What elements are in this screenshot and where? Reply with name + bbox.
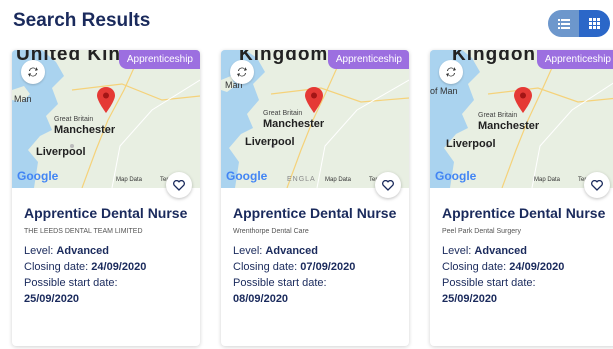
map-label-england: ENGLA — [287, 176, 316, 183]
swap-icon — [237, 67, 247, 77]
swap-icon — [28, 67, 38, 77]
apprenticeship-badge: Apprenticeship — [327, 50, 409, 69]
map-label-city-2: Liverpool — [36, 146, 86, 158]
level-row: Level: Advanced — [442, 245, 527, 257]
job-title[interactable]: Apprentice Dental Nurse — [233, 204, 399, 223]
result-card[interactable]: Kingdon of Man Great Britain Manchester … — [430, 50, 613, 346]
level-value: Advanced — [474, 245, 527, 257]
apprenticeship-badge: Apprenticeship — [118, 50, 200, 69]
map-label-country: Great Britain — [54, 116, 94, 123]
map-data-link[interactable]: Map Data — [325, 177, 351, 183]
heart-icon — [173, 179, 185, 191]
map-label-city: Manchester — [478, 120, 540, 132]
favourite-button[interactable] — [584, 172, 610, 198]
swap-icon — [446, 67, 456, 77]
job-title[interactable]: Apprentice Dental Nurse — [442, 204, 608, 223]
page-title: Search Results — [13, 10, 151, 31]
employer-name: Peel Park Dental Surgery — [442, 228, 521, 235]
start-date-value: 25/09/2020 — [24, 293, 80, 305]
map-label-country: Great Britain — [478, 112, 518, 119]
map-label-city-2: Liverpool — [446, 138, 496, 150]
map-data-link[interactable]: Map Data — [116, 177, 142, 183]
heart-icon — [591, 179, 603, 191]
start-date-label: Possible start date: — [233, 277, 327, 289]
closing-date-value: 24/09/2020 — [91, 261, 147, 273]
heart-icon — [382, 179, 394, 191]
closing-date-row: Closing date: 24/09/2020 — [24, 261, 147, 273]
start-date-label: Possible start date: — [24, 277, 118, 289]
swap-button[interactable] — [21, 60, 45, 84]
map-label-country: Great Britain — [263, 110, 303, 117]
map-label-island: Man — [14, 94, 32, 104]
list-icon — [557, 18, 570, 29]
swap-button[interactable] — [439, 60, 463, 84]
map-label-region: Kingdon — [452, 50, 537, 65]
job-title[interactable]: Apprentice Dental Nurse — [24, 204, 190, 223]
list-view-button[interactable] — [548, 10, 579, 37]
favourite-button[interactable] — [375, 172, 401, 198]
result-card[interactable]: United Kingdom Man Great Britain Manches… — [12, 50, 200, 346]
google-logo: Google — [226, 169, 268, 183]
result-card[interactable]: Kingdom Man Great Britain Manchester Liv… — [221, 50, 409, 346]
closing-date-value: 24/09/2020 — [509, 261, 565, 273]
employer-name: THE LEEDS DENTAL TEAM LIMITED — [24, 228, 143, 235]
start-date-label: Possible start date: — [442, 277, 536, 289]
start-date-value: 25/09/2020 — [442, 293, 498, 305]
level-value: Advanced — [56, 245, 109, 257]
start-date-value: 08/09/2020 — [233, 293, 289, 305]
location-pin-icon[interactable] — [514, 87, 532, 113]
view-toggle — [548, 10, 610, 37]
apprenticeship-badge: Apprenticeship — [536, 50, 613, 69]
map-label-region: Kingdom — [239, 50, 329, 65]
google-logo: Google — [17, 169, 59, 183]
level-row: Level: Advanced — [233, 245, 318, 257]
map-label-city-2: Liverpool — [245, 136, 295, 148]
map-label-city: Manchester — [54, 124, 116, 136]
level-row: Level: Advanced — [24, 245, 109, 257]
map-label-island: of Man — [430, 86, 458, 96]
grid-view-button[interactable] — [579, 10, 610, 37]
location-map[interactable]: United Kingdom Man Great Britain Manches… — [12, 50, 200, 188]
closing-date-value: 07/09/2020 — [300, 261, 356, 273]
grid-icon — [589, 18, 600, 29]
favourite-button[interactable] — [166, 172, 192, 198]
google-logo: Google — [435, 169, 477, 183]
location-pin-icon[interactable] — [97, 87, 115, 113]
level-value: Advanced — [265, 245, 318, 257]
map-data-link[interactable]: Map Data — [534, 177, 560, 183]
closing-date-row: Closing date: 24/09/2020 — [442, 261, 565, 273]
employer-name: Wrenthorpe Dental Care — [233, 228, 309, 235]
location-map[interactable]: Kingdom Man Great Britain Manchester Liv… — [221, 50, 409, 188]
closing-date-row: Closing date: 07/09/2020 — [233, 261, 356, 273]
swap-button[interactable] — [230, 60, 254, 84]
map-label-city: Manchester — [263, 118, 325, 130]
location-pin-icon[interactable] — [305, 87, 323, 113]
location-map[interactable]: Kingdon of Man Great Britain Manchester … — [430, 50, 613, 188]
